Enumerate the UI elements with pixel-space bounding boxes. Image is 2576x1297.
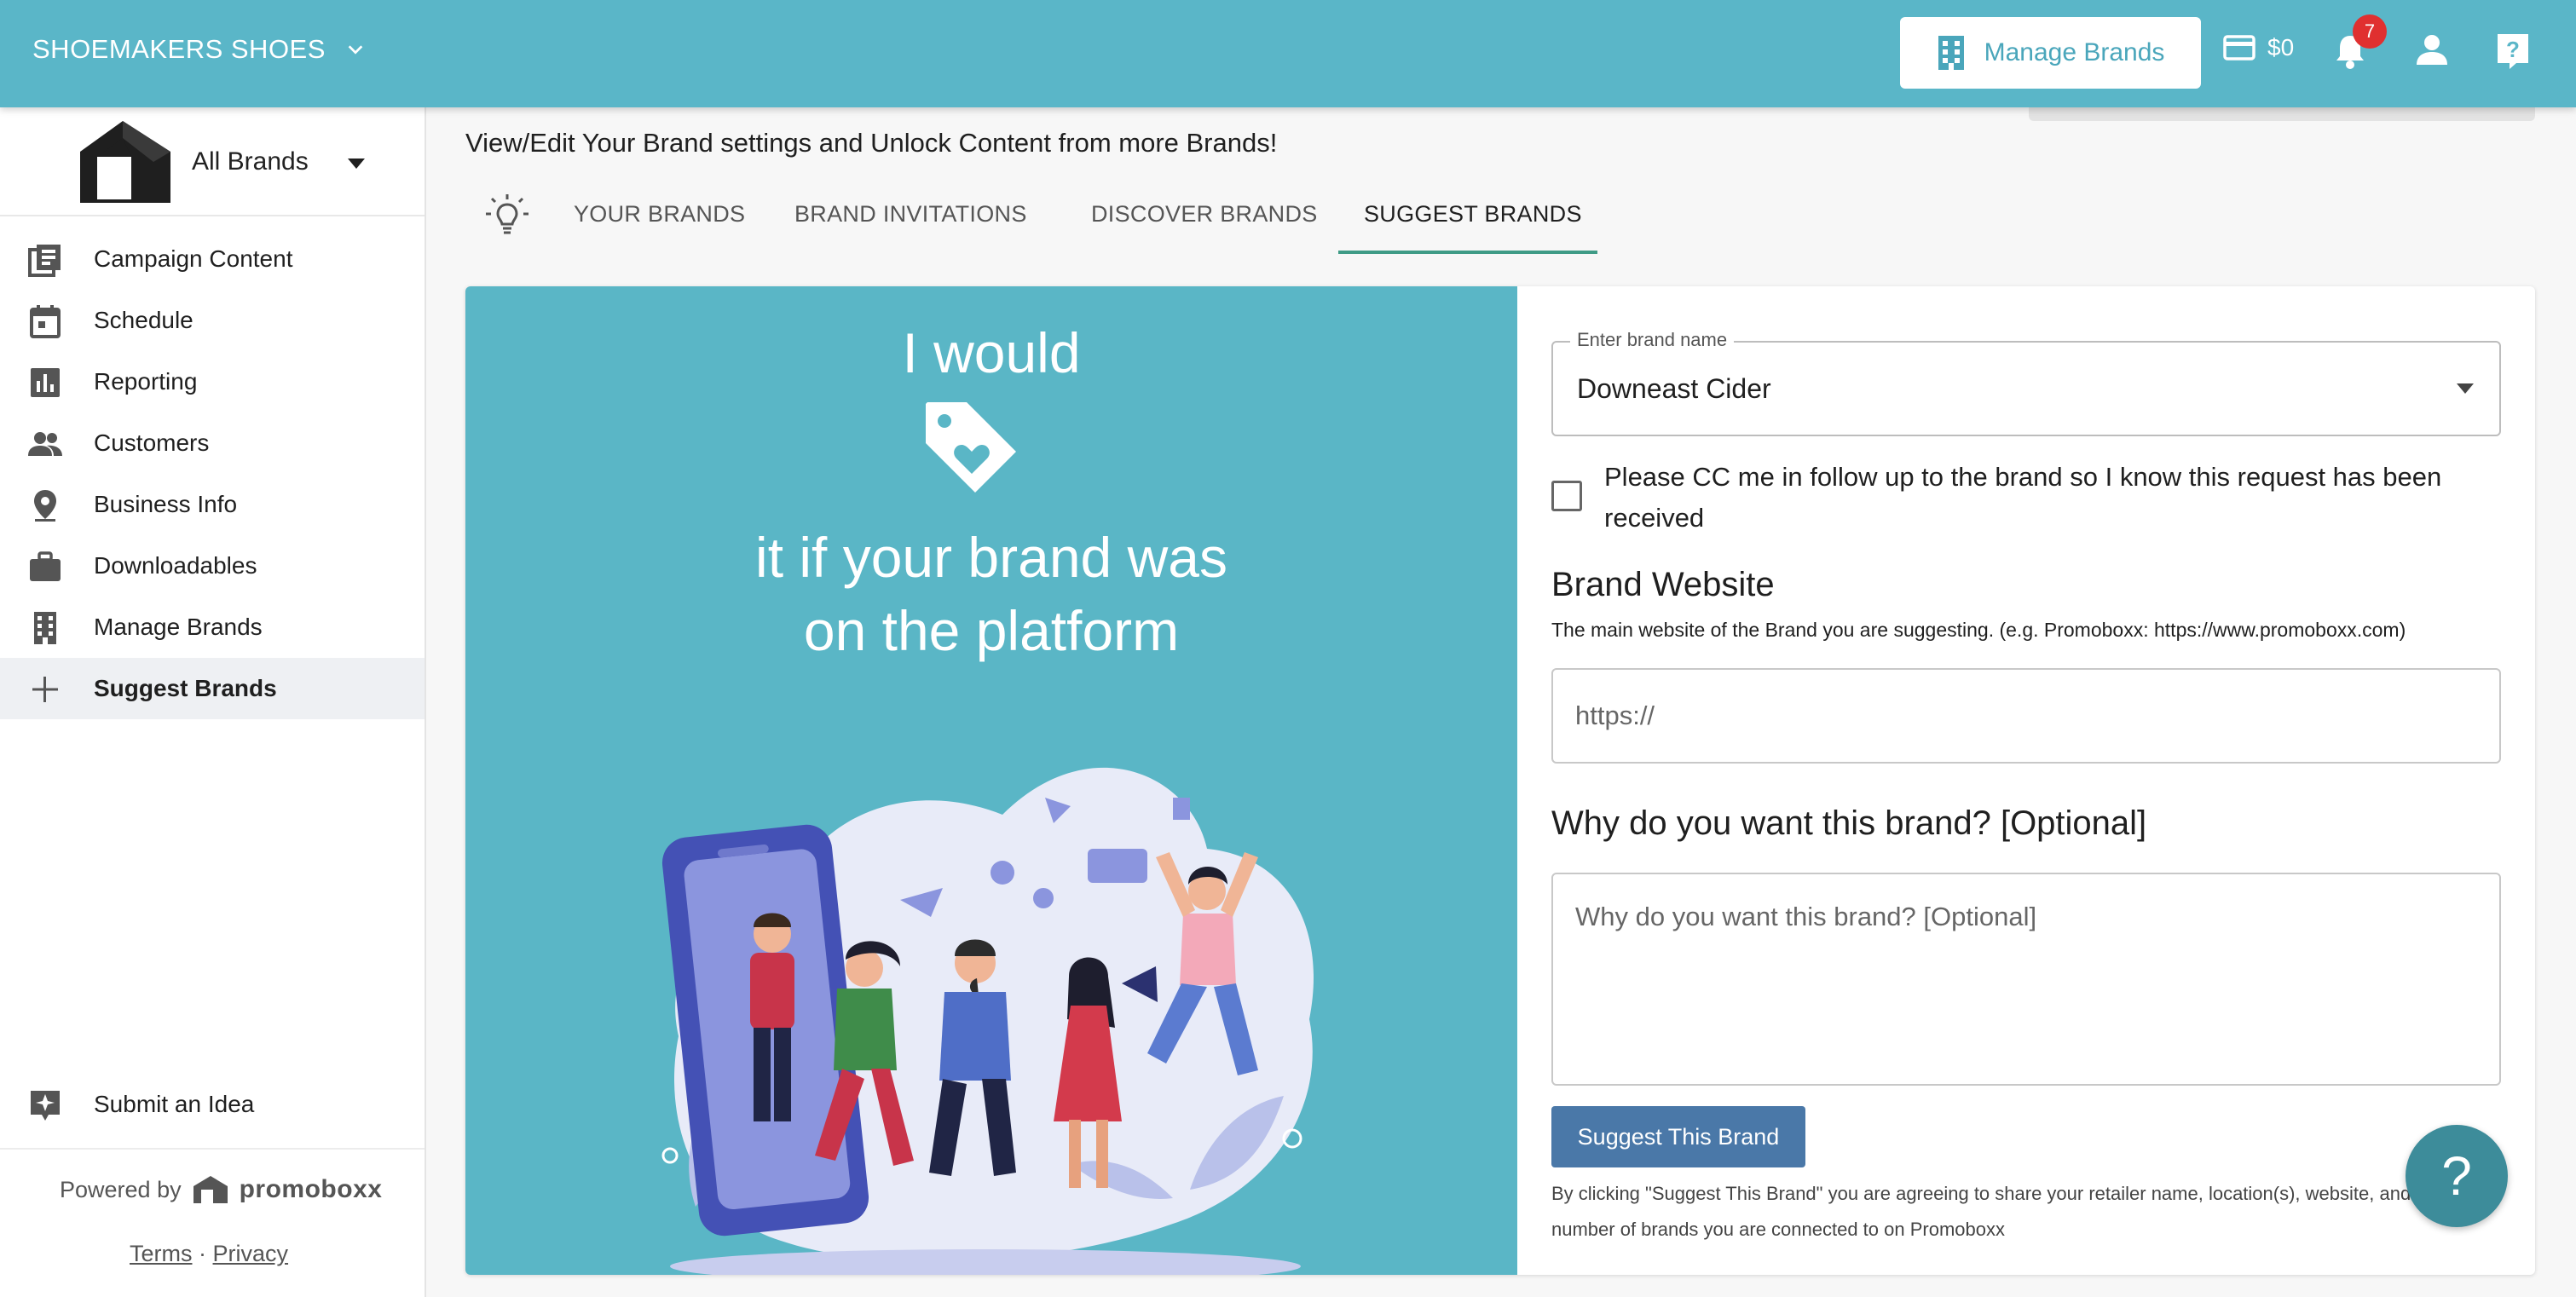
location-pin-icon <box>34 490 56 522</box>
sidebar-item-reporting[interactable]: Reporting <box>0 351 425 412</box>
credit-card-icon <box>2223 35 2255 61</box>
suggest-this-brand-button[interactable]: Suggest This Brand <box>1551 1106 1805 1167</box>
tag-heart-icon <box>926 402 1016 493</box>
sidebar-item-label: Downloadables <box>94 552 257 579</box>
sidebar-item-label: Schedule <box>94 307 193 333</box>
tab-brand-invitations[interactable]: BRAND INVITATIONS <box>794 201 1027 228</box>
manage-brands-button[interactable]: Manage Brands <box>1900 17 2201 89</box>
brand-website-input[interactable] <box>1551 668 2501 764</box>
briefcase-icon <box>30 551 61 581</box>
store-switcher[interactable]: SHOEMAKERS SHOES <box>32 34 365 65</box>
sidebar-item-manage-brands[interactable]: Manage Brands <box>0 597 425 658</box>
sidebar: All Brands Campaign Content Schedule Rep… <box>0 107 426 1297</box>
cc-me-label: Please CC me in follow up to the brand s… <box>1604 462 2442 533</box>
powered-by: Powered by promoboxx <box>60 1174 382 1205</box>
wallet-button[interactable]: $0 <box>2223 34 2294 61</box>
sidebar-item-label: Suggest Brands <box>94 675 277 701</box>
why-brand-title: Why do you want this brand? [Optional] <box>1551 804 2147 842</box>
why-brand-textarea[interactable] <box>1551 873 2501 1086</box>
sidebar-item-downloadables[interactable]: Downloadables <box>0 535 425 597</box>
legal-separator: · <box>199 1241 207 1266</box>
suggest-brand-card: I would it if your brand was on the plat… <box>465 286 2535 1275</box>
caret-down-icon <box>348 159 365 169</box>
campaign-content-icon <box>28 245 61 277</box>
plus-icon <box>32 677 58 702</box>
help-chat-button[interactable]: ? <box>2406 1125 2508 1227</box>
promoboxx-logo-icon <box>193 1176 228 1203</box>
people-celebrating-illustration <box>661 767 1314 1275</box>
brand-switcher-label: All Brands <box>192 147 309 176</box>
terms-link[interactable]: Terms <box>130 1241 193 1266</box>
promo-line-2: it if your brand was <box>755 526 1227 589</box>
top-bar: SHOEMAKERS SHOES Manage Brands $0 7 ? <box>0 0 2576 107</box>
sidebar-item-schedule[interactable]: Schedule <box>0 290 425 351</box>
help-center-button[interactable]: ? <box>2496 32 2530 74</box>
tab-your-brands[interactable]: YOUR BRANDS <box>574 201 745 228</box>
suggest-brand-form: Enter brand name Downeast Cider Please C… <box>1517 286 2535 1275</box>
sidebar-item-label: Reporting <box>94 368 198 395</box>
sidebar-item-campaign-content[interactable]: Campaign Content <box>0 228 425 290</box>
people-icon <box>28 432 62 456</box>
person-icon <box>2417 35 2447 65</box>
cc-me-checkbox[interactable] <box>1551 481 1582 511</box>
building-icon <box>34 612 56 644</box>
brand-switcher[interactable]: All Brands <box>0 107 425 216</box>
store-name: SHOEMAKERS SHOES <box>32 34 326 64</box>
page-subtitle: View/Edit Your Brand settings and Unlock… <box>465 128 1278 158</box>
lightbulb-icon[interactable] <box>486 193 528 239</box>
brand-name-value: Downeast Cider <box>1577 373 1771 404</box>
active-tab-indicator <box>1338 251 1597 254</box>
sidebar-item-label: Customers <box>94 429 210 456</box>
help-icon: ? <box>2498 34 2528 69</box>
lightbulb-star-icon <box>31 1091 60 1121</box>
bar-chart-icon <box>31 368 60 397</box>
chevron-down-icon <box>348 45 363 55</box>
manage-brands-label: Manage Brands <box>1984 38 2165 66</box>
tab-discover-brands[interactable]: DISCOVER BRANDS <box>1091 201 1318 228</box>
tab-suggest-brands[interactable]: SUGGEST BRANDS <box>1364 201 1582 228</box>
sidebar-item-submit-idea[interactable]: Submit an Idea <box>0 1074 425 1135</box>
building-icon <box>1938 36 1964 70</box>
caret-down-icon <box>2457 383 2474 394</box>
sidebar-item-suggest-brands[interactable]: Suggest Brands <box>0 658 425 719</box>
sidebar-item-label: Campaign Content <box>94 245 293 272</box>
promo-line-1: I would <box>902 321 1081 384</box>
sidebar-item-label: Business Info <box>94 491 238 517</box>
brand-website-help: The main website of the Brand you are su… <box>1551 619 2406 641</box>
promo-panel: I would it if your brand was on the plat… <box>465 286 1517 1275</box>
legal-links: Terms · Privacy <box>130 1241 288 1267</box>
svg-text:?: ? <box>2506 37 2520 62</box>
all-brands-logo-icon <box>80 121 170 203</box>
sidebar-item-business-info[interactable]: Business Info <box>0 474 425 535</box>
brand-name-label: Enter brand name <box>1570 329 1735 351</box>
sidebar-item-label: Submit an Idea <box>94 1091 255 1117</box>
account-button[interactable] <box>2415 34 2449 69</box>
powered-by-label: Powered by <box>60 1176 182 1202</box>
sidebar-item-label: Manage Brands <box>94 614 263 640</box>
brand-website-title: Brand Website <box>1551 566 1775 603</box>
sidebar-divider <box>0 1148 425 1150</box>
brand-name-select[interactable]: Enter brand name Downeast Cider <box>1551 329 2501 436</box>
calendar-icon <box>30 305 61 338</box>
wallet-amount: $0 <box>2267 34 2295 61</box>
promo-line-3: on the platform <box>803 599 1180 662</box>
promoboxx-wordmark: promoboxx <box>239 1175 383 1203</box>
disclaimer-text: By clicking "Suggest This Brand" you are… <box>1551 1183 2442 1240</box>
sidebar-item-customers[interactable]: Customers <box>0 412 425 474</box>
notification-badge: 7 <box>2353 14 2387 49</box>
privacy-link[interactable]: Privacy <box>213 1241 289 1266</box>
